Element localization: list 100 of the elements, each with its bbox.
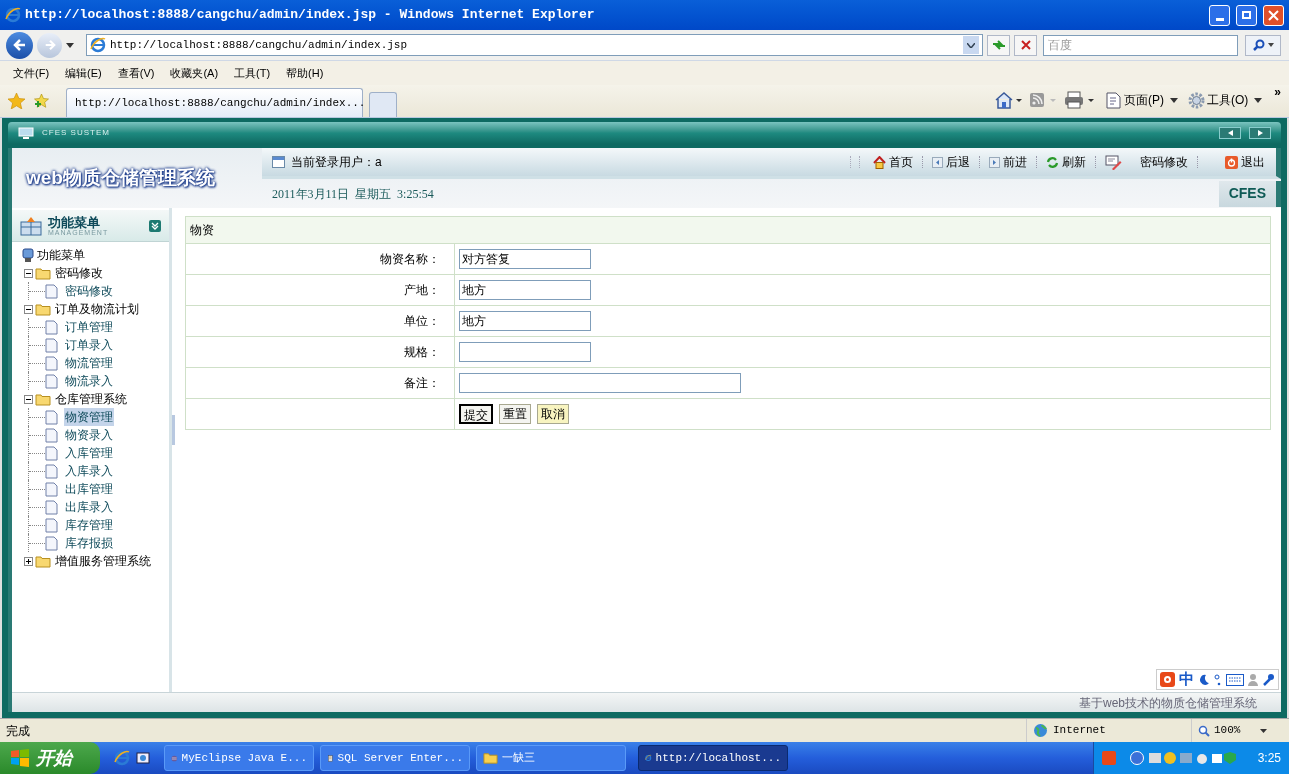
field-label: 规格： (404, 344, 440, 361)
menu-item[interactable]: 收藏夹(A) (163, 64, 226, 82)
form-button[interactable]: 取消 (537, 404, 569, 424)
wrench-icon[interactable] (1262, 673, 1275, 686)
text-field[interactable] (459, 342, 591, 362)
tree-folder[interactable]: 增值服务管理系统 (55, 552, 151, 570)
command-button[interactable]: 工具(O) (1188, 91, 1263, 109)
zoom-icon (1198, 724, 1210, 737)
text-field[interactable]: 对方答复 (459, 249, 591, 269)
tree-item[interactable]: 库存管理 (64, 516, 114, 534)
text-field[interactable]: 地方 (459, 280, 591, 300)
taskbar-button[interactable]: 一缺三 (476, 745, 626, 771)
tree-item[interactable]: 密码修改 (64, 282, 114, 300)
form-button[interactable]: 提交 (459, 404, 493, 424)
taskbar-button[interactable]: SQL Server Enter... (320, 745, 470, 771)
tree-root[interactable]: 功能菜单 (37, 246, 85, 264)
nav-link[interactable]: 密码修改 (1102, 153, 1191, 171)
text-field[interactable] (459, 373, 741, 393)
computer-icon (22, 247, 34, 263)
print-icon[interactable] (1064, 91, 1096, 109)
zone-label: Internet (1053, 723, 1106, 739)
tree-item[interactable]: 订单管理 (64, 318, 114, 336)
collapse-icon[interactable] (24, 394, 33, 404)
collapse-icon[interactable] (24, 268, 33, 278)
tray-expand-icon[interactable] (1129, 751, 1144, 765)
app-icon (5, 7, 21, 23)
tree-item[interactable]: 出库管理 (64, 480, 114, 498)
date-time-label: 2011年3月11日 星期五 3:25:54 (272, 185, 434, 203)
document-icon (45, 283, 58, 299)
stop-button[interactable] (1014, 34, 1037, 56)
back-arrow-icon (12, 38, 27, 52)
refresh-icon (1046, 155, 1059, 169)
page-icon (1106, 91, 1122, 109)
tree-item[interactable]: 物流管理 (64, 354, 114, 372)
nav-link[interactable]: 首页 (870, 153, 916, 171)
tree-folder[interactable]: 密码修改 (55, 264, 103, 282)
refresh-button[interactable] (987, 34, 1010, 56)
expand-icon[interactable] (24, 556, 33, 566)
document-icon (45, 445, 58, 461)
browser-tab[interactable]: http://localhost:8888/cangchu/admin/index... (66, 88, 363, 117)
globe-icon (1033, 723, 1048, 738)
document-icon (45, 427, 58, 443)
back-button[interactable] (6, 31, 33, 59)
add-favorite-icon[interactable] (33, 93, 50, 109)
taskbar-button[interactable]: http://localhost... (638, 745, 788, 771)
tree-item[interactable]: 库存报损 (64, 534, 114, 552)
panel-title: 功能菜单 (48, 215, 100, 229)
form-button[interactable]: 重置 (499, 404, 531, 424)
nav-link[interactable]: 后退 (929, 153, 973, 171)
tree-item[interactable]: 物资管理 (64, 408, 114, 426)
menu-item[interactable]: 帮助(H) (279, 64, 331, 82)
caret-icon (1170, 97, 1178, 103)
menu-item[interactable]: 查看(V) (110, 64, 162, 82)
punctuation-icon[interactable] (1214, 673, 1222, 686)
form-header: 物资 (186, 217, 1270, 244)
quick-launch-desktop-icon[interactable] (136, 751, 150, 765)
menu-item[interactable]: 编辑(E) (58, 64, 109, 82)
menu-item[interactable]: 工具(T) (227, 64, 278, 82)
overflow-chevron-icon[interactable]: » (1274, 83, 1281, 101)
nav-link[interactable]: 前进 (986, 153, 1030, 171)
tree-item[interactable]: 订单录入 (64, 336, 114, 354)
nav-link[interactable]: 刷新 (1043, 153, 1089, 171)
dropdown-button[interactable] (963, 36, 979, 54)
scroll-right-button[interactable] (1249, 127, 1271, 139)
keyboard-icon[interactable] (1226, 673, 1244, 686)
tree-item[interactable]: 出库录入 (64, 498, 114, 516)
restore-button[interactable] (1236, 4, 1257, 26)
document-icon (45, 463, 58, 479)
menu-item[interactable]: 文件(F) (6, 64, 57, 82)
text-field[interactable]: 地方 (459, 311, 591, 331)
address-field[interactable]: http://localhost:8888/cangchu/admin/index.jsp (86, 34, 983, 56)
minimize-button[interactable] (1209, 4, 1230, 26)
ime-logo-icon[interactable] (1160, 672, 1175, 687)
scroll-left-button[interactable] (1219, 127, 1241, 139)
windows-flag-icon (10, 749, 30, 767)
moon-icon[interactable] (1198, 673, 1210, 686)
star-icon[interactable] (8, 93, 25, 109)
tree-folder[interactable]: 订单及物流计划 (55, 300, 139, 318)
home-icon[interactable] (994, 91, 1022, 109)
nav-link[interactable]: 退出 (1222, 153, 1268, 171)
gear-icon (1188, 91, 1205, 109)
start-button[interactable]: 开始 (0, 742, 100, 774)
search-field[interactable]: 百度 (1043, 34, 1238, 56)
board-icon (20, 215, 42, 236)
command-button[interactable]: 页面(P) (1106, 91, 1178, 109)
tree-folder[interactable]: 仓库管理系统 (55, 390, 127, 408)
taskbar-button[interactable]: MyEclipse Java E... (164, 745, 314, 771)
tree-item[interactable]: 入库管理 (64, 444, 114, 462)
splitter-handle[interactable] (172, 415, 175, 445)
document-icon (45, 499, 58, 515)
close-button[interactable] (1263, 4, 1284, 26)
caret-icon[interactable] (66, 42, 74, 48)
tree-item[interactable]: 物流录入 (64, 372, 114, 390)
tree-item[interactable]: 入库录入 (64, 462, 114, 480)
ime-mode-label[interactable]: 中 (1179, 668, 1194, 691)
document-icon (45, 481, 58, 497)
collapse-panel-button[interactable] (149, 219, 161, 232)
search-button[interactable] (1245, 34, 1281, 56)
tree-item[interactable]: 物资录入 (64, 426, 114, 444)
collapse-icon[interactable] (24, 304, 33, 314)
